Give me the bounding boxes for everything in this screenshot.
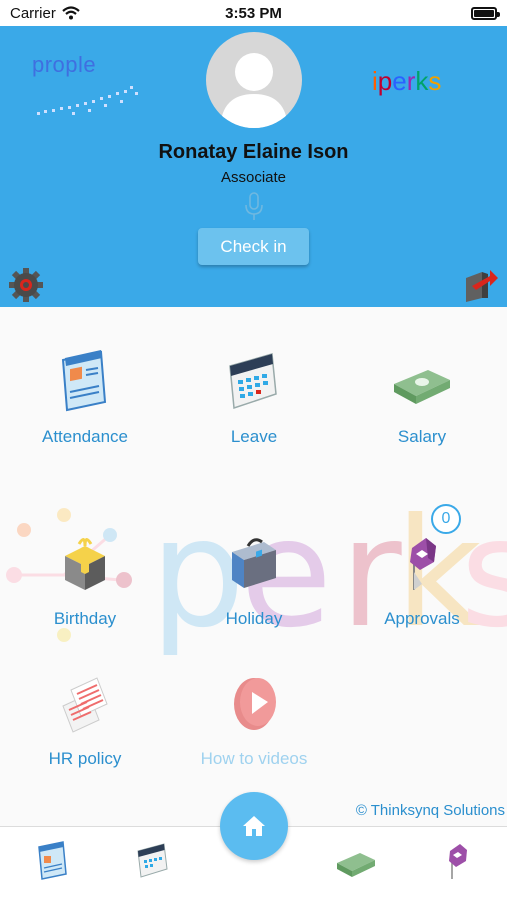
perks-logo: iperks bbox=[372, 66, 442, 96]
holiday-tile[interactable]: Holiday bbox=[169, 532, 339, 629]
attendance-tile[interactable]: Attendance bbox=[0, 350, 170, 447]
battery-icon bbox=[471, 6, 500, 20]
approvals-badge: 0 bbox=[431, 504, 461, 534]
tab-approvals[interactable] bbox=[440, 841, 474, 881]
approvals-icon bbox=[410, 538, 436, 590]
prople-logo-dots bbox=[37, 86, 138, 115]
birthday-tile[interactable]: Birthday bbox=[0, 532, 170, 629]
approvals-label: Approvals bbox=[384, 609, 460, 628]
copyright-text: © Thinksynq Solutions bbox=[355, 802, 505, 819]
how-to-videos-label: How to videos bbox=[200, 749, 308, 768]
mic-icon[interactable] bbox=[244, 192, 264, 222]
home-icon bbox=[243, 816, 265, 836]
tab-leave[interactable] bbox=[136, 841, 170, 881]
carrier-label: Carrier bbox=[10, 4, 56, 22]
wifi-icon bbox=[62, 6, 80, 20]
attendance-icon bbox=[61, 350, 107, 412]
checkin-button[interactable]: Check in bbox=[198, 228, 309, 265]
gear-icon[interactable] bbox=[8, 264, 44, 304]
birthday-gift-icon bbox=[65, 538, 105, 590]
salary-tile[interactable]: Salary bbox=[337, 350, 507, 447]
user-name: Ronatay Elaine Ison bbox=[158, 141, 349, 163]
logout-icon[interactable] bbox=[462, 262, 500, 302]
salary-label: Salary bbox=[397, 427, 447, 446]
hr-policy-label: HR policy bbox=[48, 749, 122, 768]
video-play-icon bbox=[234, 678, 276, 730]
salary-money-icon bbox=[394, 370, 450, 404]
user-role: Associate bbox=[220, 169, 287, 186]
profile-header: prople iperks Ronatay Elaine Ison Associ… bbox=[0, 26, 507, 307]
how-to-videos-tile[interactable]: How to videos bbox=[169, 672, 339, 769]
status-bar: Carrier 3:53 PM bbox=[0, 0, 507, 26]
tab-attendance[interactable] bbox=[36, 841, 70, 881]
avatar-icon bbox=[220, 53, 288, 128]
prople-logo: prople bbox=[32, 52, 142, 132]
leave-label: Leave bbox=[230, 427, 278, 446]
holiday-label: Holiday bbox=[225, 609, 283, 628]
home-button[interactable] bbox=[220, 792, 288, 860]
attendance-label: Attendance bbox=[41, 427, 128, 446]
approvals-tile[interactable]: 0 Approvals bbox=[337, 504, 507, 629]
hr-policy-tile[interactable]: HR policy bbox=[0, 672, 170, 769]
avatar[interactable] bbox=[206, 32, 302, 128]
birthday-label: Birthday bbox=[53, 609, 117, 628]
leave-tile[interactable]: Leave bbox=[169, 350, 339, 447]
tab-salary[interactable] bbox=[336, 841, 376, 881]
holiday-briefcase-icon bbox=[232, 538, 276, 588]
status-left: Carrier bbox=[10, 5, 80, 22]
hr-policy-icon bbox=[62, 677, 108, 733]
prople-logo-text: prople bbox=[32, 52, 97, 77]
leave-calendar-icon bbox=[229, 353, 277, 410]
